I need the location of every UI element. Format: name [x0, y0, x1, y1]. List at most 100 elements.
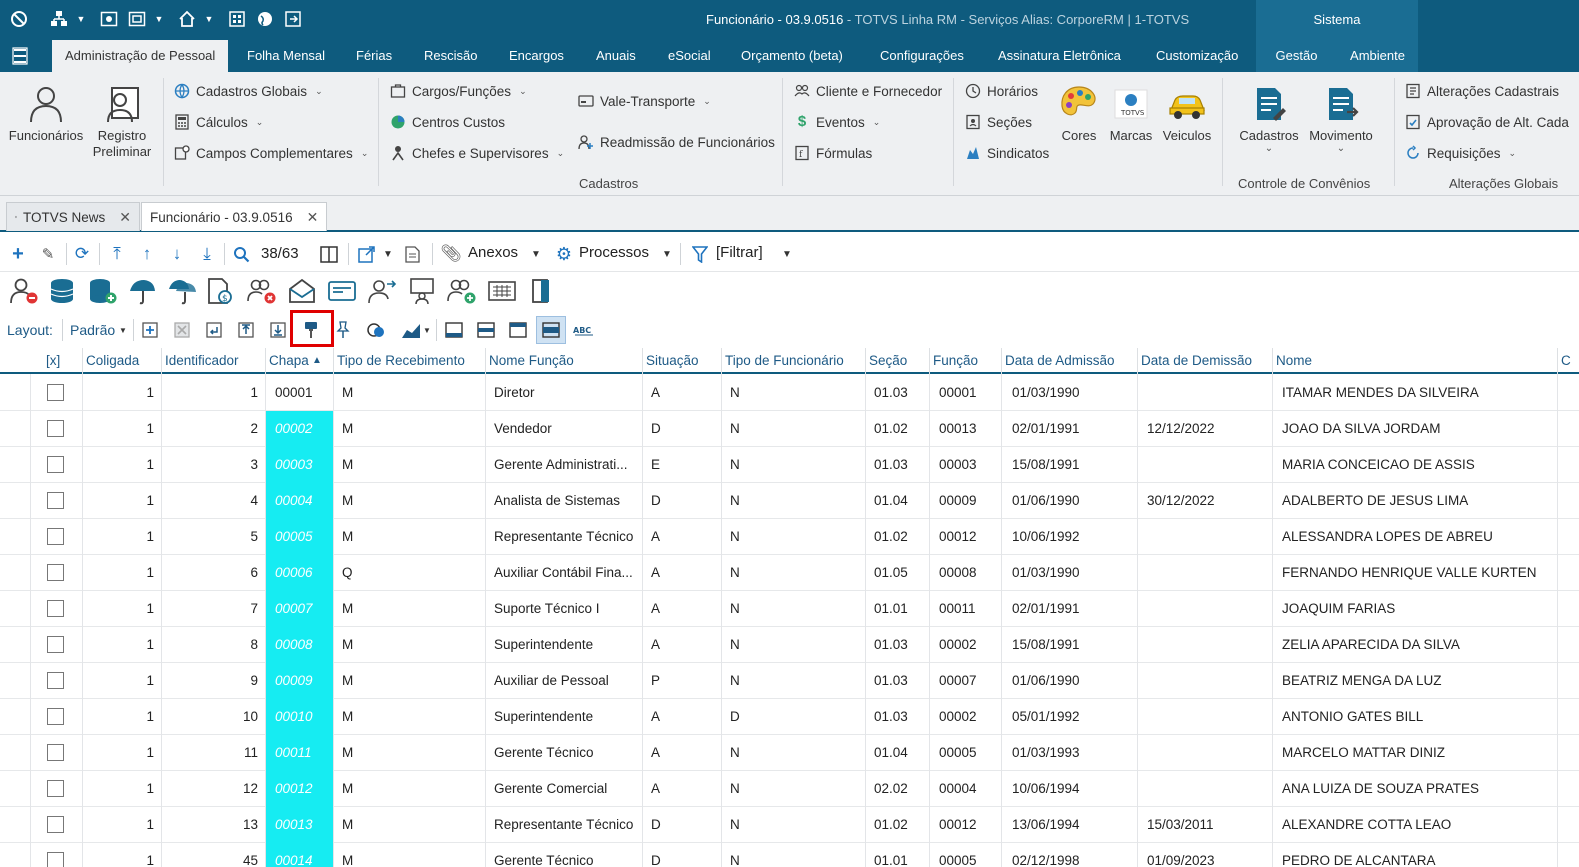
col-header-tipo-funcionario[interactable]: Tipo de Funcionário: [725, 353, 844, 368]
next-record-icon[interactable]: ↓: [166, 244, 188, 264]
cell-secao[interactable]: 01.03: [874, 709, 926, 724]
cell-secao[interactable]: 01.03: [874, 457, 926, 472]
row-checkbox[interactable]: [47, 636, 64, 653]
users-add-icon[interactable]: [446, 276, 478, 306]
cell-tipo-recebimento[interactable]: M: [342, 745, 482, 760]
cell-identificador[interactable]: 1: [165, 385, 258, 400]
refresh-icon[interactable]: ⟳: [72, 244, 92, 264]
cell-nome-funcao[interactable]: Suporte Técnico I: [494, 601, 639, 616]
presentation-user-icon[interactable]: [406, 276, 438, 306]
sindicatos-button[interactable]: Sindicatos: [965, 145, 1049, 161]
cell-data-admissao[interactable]: 10/06/1994: [1012, 781, 1134, 796]
book-icon[interactable]: [526, 276, 558, 306]
tab-assinatura-eletronica[interactable]: Assinatura Eletrônica: [998, 40, 1121, 72]
cell-data-admissao[interactable]: 01/03/1990: [1012, 565, 1134, 580]
cell-tipo-funcionario[interactable]: N: [730, 853, 860, 867]
row-bottom-icon[interactable]: [443, 320, 465, 340]
cell-chapa[interactable]: 00006: [275, 565, 313, 580]
cell-nome[interactable]: ZELIA APARECIDA DA SILVA: [1282, 637, 1554, 652]
users-structure-icon[interactable]: [48, 8, 70, 30]
secoes-button[interactable]: Seções: [965, 114, 1032, 130]
cell-data-admissao[interactable]: 15/08/1991: [1012, 637, 1134, 652]
row-checkbox[interactable]: [47, 672, 64, 689]
menu-icon[interactable]: [12, 47, 34, 65]
table-row[interactable]: 00001 1 1 M Diretor A N 01.03 00001 01/03/1990 ITA…: [0, 375, 1579, 411]
cell-nome-funcao[interactable]: Representante Técnico: [494, 817, 639, 832]
cell-nome[interactable]: ANTONIO GATES BILL: [1282, 709, 1554, 724]
cell-tipo-funcionario[interactable]: N: [730, 817, 860, 832]
cell-chapa[interactable]: 00009: [275, 673, 313, 688]
cell-situacao[interactable]: D: [651, 853, 717, 867]
veiculos-button[interactable]: Veiculos: [1160, 84, 1214, 144]
last-record-icon[interactable]: ⤓: [196, 244, 218, 264]
cell-tipo-recebimento[interactable]: M: [342, 385, 482, 400]
umbrella-multiple-icon[interactable]: [166, 276, 198, 306]
chart-area-icon[interactable]: [400, 320, 422, 340]
cell-situacao[interactable]: A: [651, 529, 717, 544]
cell-chapa[interactable]: 00003: [275, 457, 313, 472]
campos-complementares-button[interactable]: Campos Complementares ⌄: [174, 145, 368, 161]
col-header-data-admissao[interactable]: Data de Admissão: [1005, 353, 1115, 368]
table-row[interactable]: 00013 1 13 M Representante Técnico D N 01.02 000…: [0, 807, 1579, 843]
cliente-fornecedor-button[interactable]: Cliente e Fornecedor: [794, 83, 942, 99]
col-header-funcao[interactable]: Função: [933, 353, 978, 368]
cell-chapa[interactable]: 00012: [275, 781, 313, 796]
cell-nome[interactable]: ALESSANDRA LOPES DE ABREU: [1282, 529, 1554, 544]
chevron-down-icon[interactable]: ▼: [422, 322, 432, 338]
cell-tipo-recebimento[interactable]: M: [342, 853, 482, 867]
row-checkbox[interactable]: [47, 420, 64, 437]
table-row[interactable]: 00005 1 5 M Representante Técnico A N 01.02 0001…: [0, 519, 1579, 555]
table-row[interactable]: 00007 1 7 M Suporte Técnico I A N 01.01 00011 02/…: [0, 591, 1579, 627]
cell-nome-funcao[interactable]: Vendedor: [494, 421, 639, 436]
cell-situacao[interactable]: A: [651, 565, 717, 580]
cell-nome-funcao[interactable]: Gerente Técnico: [494, 745, 639, 760]
filtrar-button[interactable]: [Filtrar]: [716, 244, 763, 261]
cell-nome[interactable]: ALEXANDRE COTTA LEAO: [1282, 817, 1554, 832]
cell-secao[interactable]: 01.01: [874, 601, 926, 616]
cadastros-dropdown-button[interactable]: Cadastros ⌄: [1234, 84, 1304, 154]
row-checkbox[interactable]: [47, 744, 64, 761]
tab-encargos[interactable]: Encargos: [509, 40, 564, 72]
cell-tipo-recebimento[interactable]: M: [342, 817, 482, 832]
table-row[interactable]: 00008 1 8 M Superintendente A N 01.03 00002 15/08…: [0, 627, 1579, 663]
cell-situacao[interactable]: D: [651, 421, 717, 436]
export-icon[interactable]: [356, 244, 378, 264]
col-header-data-demissao[interactable]: Data de Demissão: [1141, 353, 1252, 368]
movimento-dropdown-button[interactable]: Movimento ⌄: [1306, 84, 1376, 154]
cell-tipo-recebimento[interactable]: M: [342, 781, 482, 796]
cell-chapa[interactable]: 00011: [275, 745, 312, 760]
cell-nome-funcao[interactable]: Auxiliar de Pessoal: [494, 673, 639, 688]
col-header-situacao[interactable]: Situação: [646, 353, 699, 368]
cell-data-admissao[interactable]: 10/06/1992: [1012, 529, 1134, 544]
requisicoes-button[interactable]: Requisições ⌄: [1405, 145, 1516, 161]
vale-transporte-button[interactable]: Vale-Transporte ⌄: [578, 93, 711, 109]
cell-data-admissao[interactable]: 01/06/1990: [1012, 673, 1134, 688]
cell-identificador[interactable]: 45: [165, 853, 258, 867]
cell-data-demissao[interactable]: 12/12/2022: [1147, 421, 1269, 436]
chevron-down-icon[interactable]: ▼: [530, 244, 542, 264]
tab-anuais[interactable]: Anuais: [596, 40, 636, 72]
search-icon[interactable]: [230, 244, 252, 264]
cell-data-admissao[interactable]: 02/01/1991: [1012, 601, 1134, 616]
cell-identificador[interactable]: 10: [165, 709, 258, 724]
cell-nome-funcao[interactable]: Superintendente: [494, 709, 639, 724]
chevron-down-icon[interactable]: ▼: [661, 244, 673, 264]
cell-chapa[interactable]: 00008: [275, 637, 313, 652]
tab-orcamento[interactable]: Orçamento (beta): [741, 40, 843, 72]
cell-coligada[interactable]: 1: [86, 529, 154, 544]
add-icon[interactable]: +: [8, 243, 28, 265]
cell-identificador[interactable]: 7: [165, 601, 258, 616]
cell-identificador[interactable]: 13: [165, 817, 258, 832]
cell-secao[interactable]: 01.02: [874, 421, 926, 436]
row-checkbox[interactable]: [47, 384, 64, 401]
row-height-icon[interactable]: [536, 316, 566, 344]
row-checkbox[interactable]: [47, 456, 64, 473]
cell-tipo-recebimento[interactable]: M: [342, 709, 482, 724]
cell-tipo-funcionario[interactable]: N: [730, 745, 860, 760]
cell-identificador[interactable]: 8: [165, 637, 258, 652]
alteracoes-cadastrais-button[interactable]: Alterações Cadastrais: [1405, 83, 1559, 99]
table-row[interactable]: 00010 1 10 M Superintendente A D 01.03 00002 05/0…: [0, 699, 1579, 735]
tab-customizacao[interactable]: Customização: [1156, 40, 1238, 72]
first-record-icon[interactable]: ⤒: [106, 244, 128, 264]
cell-chapa[interactable]: 00007: [275, 601, 313, 616]
